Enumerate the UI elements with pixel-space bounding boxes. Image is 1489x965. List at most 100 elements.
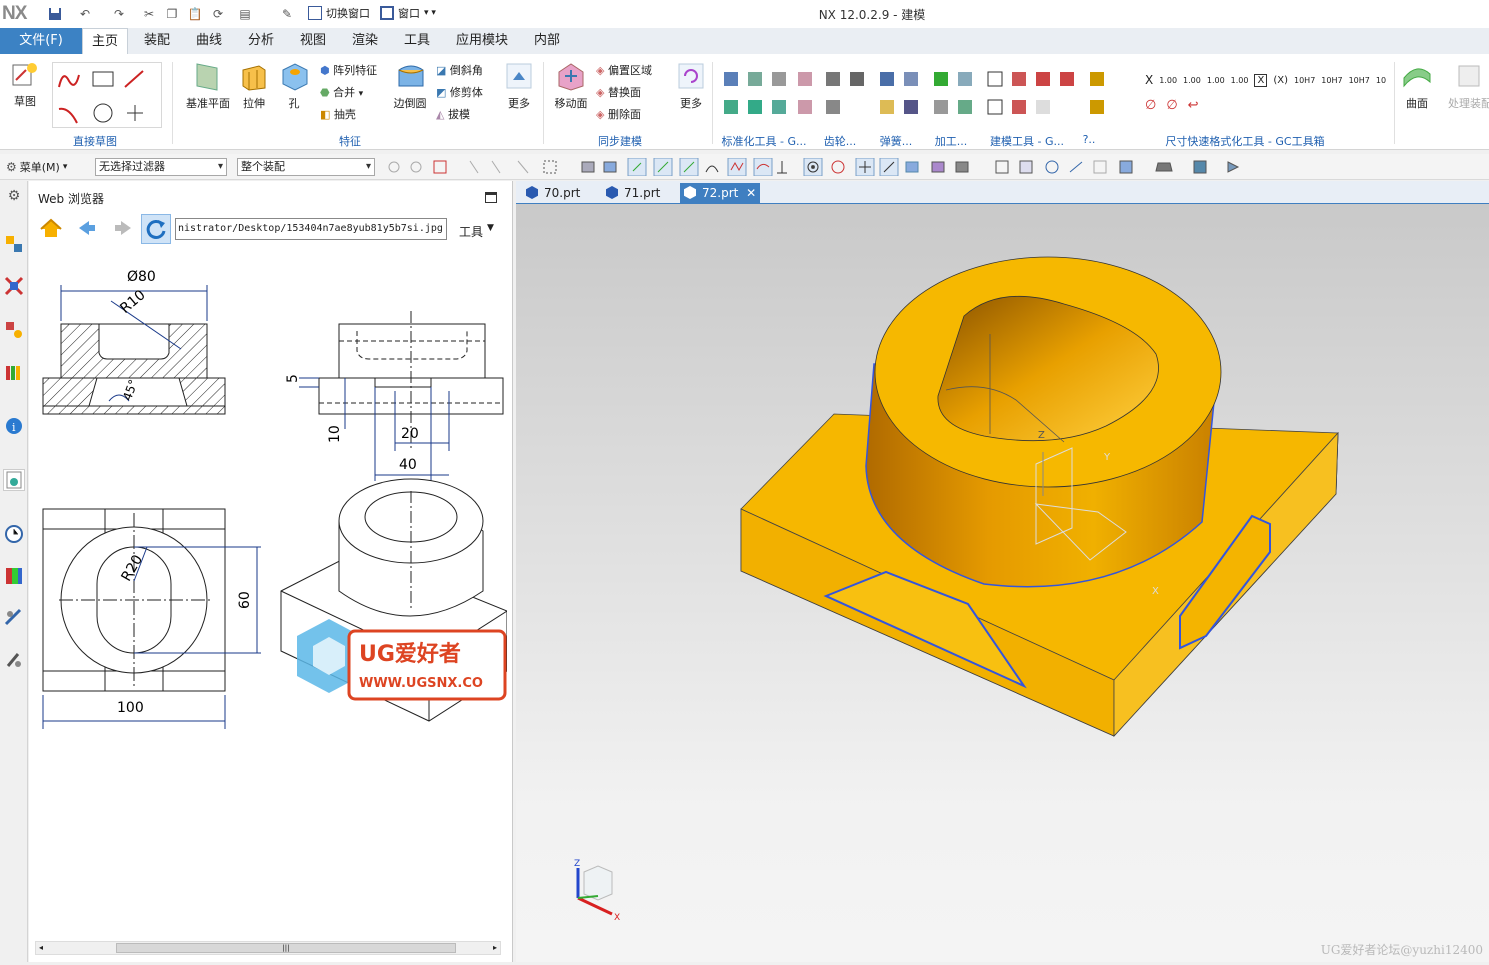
doc-tab-70[interactable]: 70.prt <box>522 183 598 204</box>
tab-internal[interactable]: 内部 <box>526 28 568 54</box>
maximize-icon[interactable] <box>485 192 497 203</box>
extrude-button[interactable]: 拉伸 <box>236 60 272 111</box>
wcs-x-label: X <box>1152 586 1159 597</box>
part-file-icon <box>684 186 696 199</box>
datum-plane-icon <box>196 63 218 91</box>
group-spring[interactable]: 弹簧... <box>872 133 920 149</box>
trim-body-button[interactable]: ◩ 修剪体 <box>436 84 483 100</box>
dim-5: 5 <box>285 374 301 383</box>
group-standard-tools[interactable]: 标准化工具 - G... <box>716 133 812 149</box>
process-assembly-button[interactable]: 处理装配 <box>1448 60 1489 111</box>
tab-tools[interactable]: 工具 <box>396 28 438 54</box>
dimension-format-tools[interactable]: X 1.00 1.00 1.00 1.00 X (X) 10H7 10H7 10… <box>1145 70 1390 90</box>
window-title: NX 12.0.2.9 - 建模 <box>818 8 926 22</box>
reuse-library-icon[interactable] <box>3 361 25 383</box>
hole-button[interactable]: 孔 <box>278 60 310 111</box>
history-clock-icon[interactable] <box>3 523 25 545</box>
surface-button[interactable]: 曲面 <box>1400 60 1434 111</box>
tab-view[interactable]: 视图 <box>292 28 334 54</box>
studio-spline-icon <box>58 74 80 88</box>
constraint-navigator-icon[interactable] <box>3 275 25 297</box>
wcs-y-label: Y <box>1103 452 1111 463</box>
surface-icon <box>1403 68 1431 88</box>
shell-button[interactable]: ◧ 抽壳 <box>320 106 356 122</box>
horizontal-scrollbar[interactable]: ◂ ||| ▸ <box>35 941 501 955</box>
group-direct-sketch: 直接草图 <box>73 135 117 148</box>
draft-button[interactable]: ◭ 拔模 <box>436 106 470 122</box>
group-dimension-tools[interactable]: 尺寸快速格式化工具 - GC工具箱 <box>1150 133 1340 149</box>
offset-region-icon: ◈ <box>596 64 608 77</box>
datum-plane-button[interactable]: 基准平面 <box>184 60 232 111</box>
replace-face-button[interactable]: ◈ 替换面 <box>596 84 641 100</box>
snap-point-tools[interactable] <box>384 157 1014 177</box>
info-icon[interactable]: i <box>3 415 25 437</box>
tab-analysis[interactable]: 分析 <box>240 28 282 54</box>
group-modeling-tools[interactable]: 建模工具 - G... <box>982 133 1072 149</box>
gc-toolbox-icons[interactable] <box>718 68 1118 128</box>
ugsnx-logo: UG爱好者 WWW.UGSNX.CO <box>297 619 507 701</box>
process-studio-icon[interactable] <box>3 607 25 629</box>
graphics-window[interactable]: Z Y X Z X UG爱好者论坛@yuzhi12400 <box>516 204 1489 962</box>
dim-100: 100 <box>117 700 144 716</box>
part-navigator-icon[interactable] <box>3 319 25 341</box>
scrollbar-thumb[interactable]: ||| <box>116 943 456 953</box>
dim-60: 60 <box>237 591 253 609</box>
arc-icon <box>58 107 78 124</box>
pattern-feature-button[interactable]: ⬢ 阵列特征 <box>320 62 377 78</box>
tab-file[interactable]: 文件(F) <box>0 28 82 54</box>
group-gear[interactable]: 齿轮... <box>818 133 862 149</box>
selection-scope-select[interactable]: 整个装配 <box>237 158 375 176</box>
scroll-right-icon[interactable]: ▸ <box>493 943 497 952</box>
more-icon <box>506 63 532 89</box>
part-model-3d[interactable]: Z Y X <box>516 204 1489 962</box>
url-input[interactable]: nistrator/Desktop/153404n7ae8yub81y5b7si… <box>175 218 447 240</box>
resource-bar: ⚙ i <box>0 181 28 962</box>
tab-render[interactable]: 渲染 <box>344 28 386 54</box>
home-icon[interactable] <box>39 217 63 242</box>
dim-40: 40 <box>399 457 417 473</box>
menu-button[interactable]: ⚙ 菜单(M) ▾ <box>6 159 67 175</box>
tab-home[interactable]: 主页 <box>82 28 128 54</box>
dimension-format-tools-row2[interactable]: ∅∅↩ <box>1145 98 1209 113</box>
system-materials-icon[interactable] <box>3 565 25 587</box>
sketch-button[interactable]: 草图 <box>8 60 42 109</box>
tab-assembly[interactable]: 装配 <box>136 28 178 54</box>
gear-icon[interactable]: ⚙ <box>3 185 25 207</box>
more-features-button[interactable]: 更多 <box>504 60 534 111</box>
back-arrow-icon[interactable] <box>77 219 97 240</box>
edge-blend-button[interactable]: 边倒圆 <box>392 60 428 111</box>
tab-applications[interactable]: 应用模块 <box>448 28 516 54</box>
chamfer-button[interactable]: ◪ 倒斜角 <box>436 62 483 78</box>
panel-title: Web 浏览器 <box>38 192 104 206</box>
svg-text:WWW.UGSNX.CO: WWW.UGSNX.CO <box>359 676 483 691</box>
line-icon <box>124 70 144 88</box>
close-icon[interactable]: ✕ <box>746 186 756 200</box>
tools-menu-button[interactable]: 工具 ▼ <box>459 223 494 240</box>
tab-curve[interactable]: 曲线 <box>188 28 230 54</box>
group-machining[interactable]: 加工... <box>928 133 974 149</box>
unite-button[interactable]: ⬣ 合并 ▾ <box>320 84 363 100</box>
more-sync-button[interactable]: 更多 <box>676 60 706 111</box>
forward-arrow-icon[interactable] <box>113 219 133 240</box>
refresh-icon[interactable] <box>141 214 171 244</box>
svg-text:Z: Z <box>574 859 580 869</box>
dim-10: 10 <box>327 425 343 443</box>
group-misc[interactable]: ?.. <box>1076 133 1102 149</box>
selection-filter-select[interactable]: 无选择过滤器 <box>95 158 227 176</box>
unite-icon: ⬣ <box>320 86 334 99</box>
view-tools[interactable] <box>990 158 1270 176</box>
web-browser-panel: Web 浏览器 nistrator/Desktop/153404n7ae8yub… <box>29 181 513 962</box>
move-face-button[interactable]: 移动面 <box>552 60 590 111</box>
doc-tab-72[interactable]: 72.prt ✕ <box>680 183 760 204</box>
web-browser-icon[interactable] <box>3 469 25 491</box>
assembly-navigator-icon[interactable] <box>3 233 25 255</box>
offset-region-button[interactable]: ◈ 偏置区域 <box>596 62 652 78</box>
sketch-curve-gallery[interactable] <box>52 62 162 128</box>
chevron-down-icon: ▾ <box>358 89 364 99</box>
document-tab-bar: 70.prt 71.prt 72.prt ✕ <box>516 181 1489 204</box>
manufacturing-wizard-icon[interactable] <box>3 649 25 671</box>
svg-text:UG爱好者: UG爱好者 <box>359 641 461 667</box>
doc-tab-71[interactable]: 71.prt <box>602 183 678 204</box>
scroll-left-icon[interactable]: ◂ <box>39 943 43 952</box>
delete-face-button[interactable]: ◈ 删除面 <box>596 106 641 122</box>
